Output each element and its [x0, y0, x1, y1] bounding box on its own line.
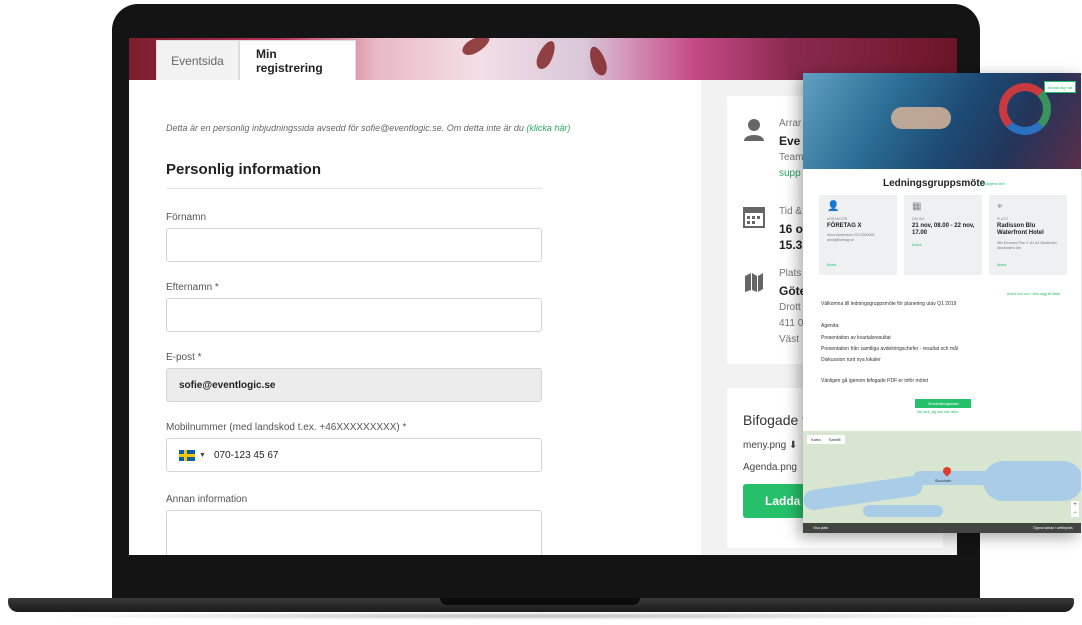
- attachments-title: Bifogade f: [743, 412, 807, 428]
- map-location-icon: ⌖: [997, 201, 1003, 212]
- preview-title: Ledningsgruppsmöte: [883, 178, 986, 189]
- event-page-preview: Anmäl dig här Ledningsgruppsmöte Rediger…: [803, 73, 1081, 533]
- leaf-decoration: [533, 38, 559, 72]
- map-footer: Visa plats Öppna kartan i webbplats: [803, 523, 1081, 533]
- firstname-label: Förnamn: [166, 212, 207, 223]
- email-input: sofie@eventlogic.se: [166, 368, 542, 402]
- mobile-label: Mobilnummer (med landskod t.ex. +46XXXXX…: [166, 422, 407, 433]
- tab-min-registrering[interactable]: Min registrering: [239, 40, 356, 80]
- person-icon: 👤: [827, 201, 840, 212]
- preview-box-details: Anna Andersson 070-0000000 anna@foretag.…: [827, 233, 875, 242]
- map-city-label: Stockholm: [935, 479, 952, 483]
- preview-box-label: ARRANGÖR: [827, 217, 848, 221]
- leaf-decoration: [459, 38, 493, 59]
- place-postcode: 411 0: [779, 318, 804, 329]
- other-info-label: Annan information: [166, 494, 248, 505]
- preview-box-edit-link[interactable]: Ändra: [997, 263, 1006, 267]
- download-icon[interactable]: ⬇: [789, 440, 797, 451]
- organizer-name: Eve: [779, 134, 801, 148]
- lastname-label: Efternamn *: [166, 282, 219, 293]
- place-region: Väst: [779, 334, 800, 345]
- preview-organizer-box: 👤 ARRANGÖR FÖRETAG X Anna Andersson 070-…: [819, 195, 897, 275]
- map-tab-satellit[interactable]: Satellit: [825, 435, 845, 444]
- preview-box-details: Nils Ericsons Plan 4 111 64 Stockholm St…: [997, 241, 1057, 250]
- organizer-team: Team: [779, 152, 804, 163]
- attachment-name: Agenda.png: [743, 462, 797, 473]
- map-water: [983, 461, 1081, 501]
- time-label: Tid &: [779, 206, 802, 217]
- person-icon: [743, 118, 765, 148]
- preview-box-value: FÖRETAG X: [827, 223, 862, 229]
- map-water: [863, 505, 943, 517]
- laptop-notch: [440, 598, 640, 605]
- section-title: Personlig information: [166, 161, 322, 178]
- laptop-shadow: [30, 612, 1052, 620]
- preview-box-label: PLATS: [997, 217, 1008, 221]
- laptop-mockup: Eventsida Min registrering Detta är en p…: [0, 0, 1082, 625]
- mobile-value: 070-123 45 67: [213, 449, 279, 461]
- leaf-decoration: [586, 44, 610, 78]
- preview-welcome-text: Välkomna till ledningsgruppsmöte för pla…: [821, 301, 957, 307]
- organizer-support-link[interactable]: supp: [779, 168, 801, 179]
- attachment-file[interactable]: meny.png ⬇: [743, 440, 797, 451]
- preview-place-box: ⌖ PLATS Radisson Blu Waterfront Hotel Ni…: [989, 195, 1067, 275]
- calendar-icon: [743, 204, 765, 234]
- preview-register-button[interactable]: Till anmälningssidan: [915, 399, 971, 408]
- map-zoom-controls[interactable]: + −: [1071, 501, 1079, 517]
- firstname-input[interactable]: [166, 228, 542, 262]
- page-tabs: Eventsida Min registrering: [156, 40, 356, 80]
- invitation-notice: Detta är en personlig inbjudningssida av…: [166, 123, 570, 133]
- attachment-name: meny.png: [743, 440, 787, 451]
- registration-form: Detta är en personlig inbjudningssida av…: [129, 80, 701, 555]
- place-street: Drott: [779, 302, 801, 313]
- email-label: E-post *: [166, 352, 202, 363]
- other-info-textarea[interactable]: [166, 510, 542, 555]
- preview-date-box: ▦ DATUM 21 nov, 08.00 - 22 nov, 17.00 Än…: [904, 195, 982, 275]
- preview-closing-text: Vänligen gå igenom bifogade PDF:er inför…: [821, 378, 929, 384]
- preview-agenda-item: Presentation från samtliga avdelningsche…: [821, 346, 959, 352]
- preview-edit-title-link[interactable]: Redigera titel: [981, 181, 1005, 186]
- preview-agenda-item: Presentation av kvartalsresultat: [821, 335, 891, 341]
- sweden-flag-icon[interactable]: [179, 449, 195, 461]
- preview-agenda-title: Agenda:: [821, 323, 840, 329]
- map-open-link[interactable]: Öppna kartan i webbplats: [1033, 526, 1073, 530]
- invitation-notice-text: Detta är en personlig inbjudningssida av…: [166, 123, 527, 133]
- time-line-1: 16 o: [779, 222, 804, 236]
- chevron-down-icon[interactable]: ▼: [199, 452, 206, 459]
- map-location-icon: [743, 270, 765, 300]
- click-here-link[interactable]: (klicka här): [526, 123, 570, 133]
- preview-decline-link[interactable]: Nej tack, jag kan inte delta: [917, 410, 958, 414]
- calendar-icon: ▦: [912, 201, 922, 212]
- preview-edit-text-link[interactable]: Ändra text och / eller lägg till bilder: [1007, 292, 1061, 296]
- preview-agenda-item: Diskussion runt nya lokaler: [821, 357, 881, 363]
- preview-box-value: Radisson Blu Waterfront Hotel: [997, 223, 1044, 236]
- preview-box-edit-link[interactable]: Ändra: [912, 243, 921, 247]
- preview-signup-button[interactable]: Anmäl dig här: [1044, 81, 1076, 93]
- divider: [166, 188, 542, 189]
- preview-map[interactable]: Karta Satellit Stockholm + − Visa plats Ö…: [803, 431, 1081, 533]
- preview-box-edit-link[interactable]: Ändra: [827, 263, 836, 267]
- lastname-input[interactable]: [166, 298, 542, 332]
- preview-hero-image: [803, 73, 1081, 169]
- map-type-tabs: Karta Satellit: [807, 435, 845, 444]
- mobile-input[interactable]: ▼ 070-123 45 67: [166, 438, 542, 472]
- organizer-label: Arrar: [779, 118, 802, 129]
- time-line-2: 15.3: [779, 238, 803, 252]
- place-label: Plats: [779, 268, 802, 279]
- preview-box-label: DATUM: [912, 217, 925, 221]
- map-show-location-link[interactable]: Visa plats: [813, 526, 828, 530]
- preview-box-value: 21 nov, 08.00 - 22 nov, 17.00: [912, 223, 975, 236]
- attachment-file[interactable]: Agenda.png: [743, 462, 797, 473]
- tab-eventsida[interactable]: Eventsida: [156, 40, 239, 80]
- map-tab-karta[interactable]: Karta: [807, 435, 825, 444]
- handshake-image: [891, 107, 951, 129]
